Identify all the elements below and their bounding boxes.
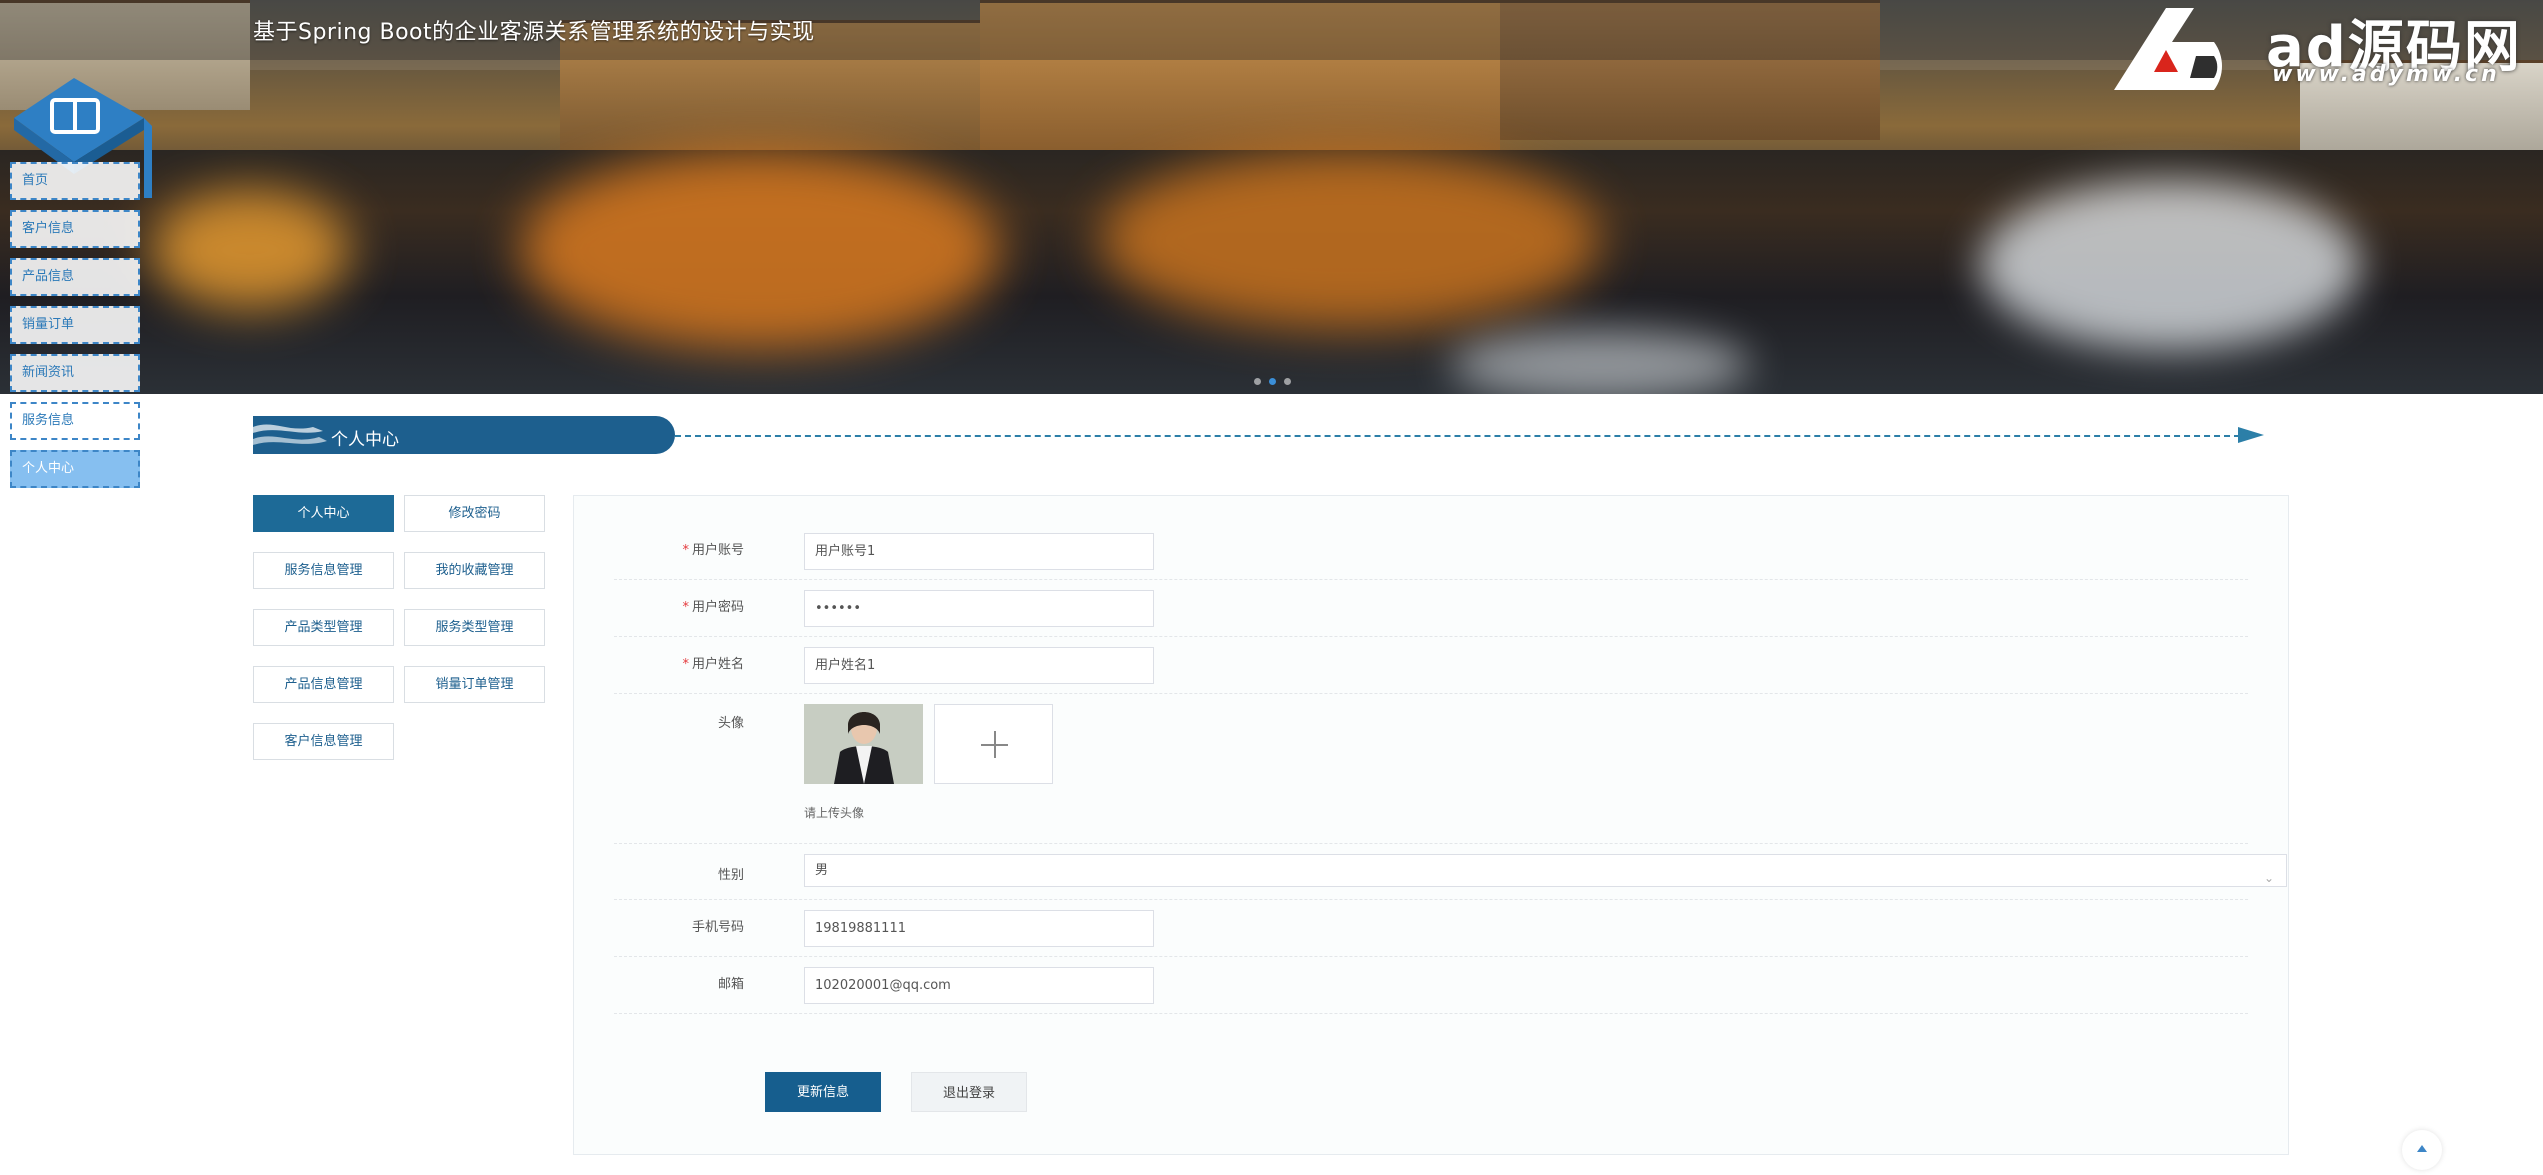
menu-service-info[interactable]: 服务信息管理 bbox=[253, 552, 394, 589]
menu-sales-orders[interactable]: 销量订单管理 bbox=[404, 666, 545, 703]
site-title: 基于Spring Boot的企业客源关系管理系统的设计与实现 bbox=[253, 20, 815, 45]
carousel-dot[interactable] bbox=[1254, 378, 1261, 385]
password-label: * 用户密码 bbox=[614, 596, 744, 615]
form-row-password: * 用户密码 •••••• bbox=[614, 590, 2248, 637]
menu-product-info[interactable]: 产品信息管理 bbox=[253, 666, 394, 703]
watermark-mark-icon bbox=[2114, 8, 2222, 90]
phone-input[interactable]: 19819881111 bbox=[804, 910, 1154, 947]
section-header: 个人中心 bbox=[253, 416, 2268, 456]
avatar-hint: 请上传头像 bbox=[804, 806, 865, 820]
back-to-top-button[interactable] bbox=[2402, 1130, 2442, 1170]
profile-form: * 用户账号 用户账号1 * 用户密码 •••••• * 用户姓名 用户姓名1 头像 … bbox=[573, 495, 2289, 1155]
avatar-portrait bbox=[804, 704, 923, 784]
wave-decoration-icon bbox=[253, 424, 327, 445]
carousel-dots[interactable] bbox=[1254, 378, 1291, 385]
menu-favorites[interactable]: 我的收藏管理 bbox=[404, 552, 545, 589]
carousel-dot[interactable] bbox=[1284, 378, 1291, 385]
password-input[interactable]: •••••• bbox=[804, 590, 1154, 627]
carousel-dot-active[interactable] bbox=[1269, 378, 1276, 385]
name-label-text: 用户姓名 bbox=[691, 657, 744, 672]
hero-banner: 基于Spring Boot的企业客源关系管理系统的设计与实现 ad源码网 www… bbox=[0, 0, 2543, 394]
required-mark: * bbox=[682, 657, 689, 672]
nav-item-home[interactable]: 首页 bbox=[10, 162, 140, 200]
nav-item-services[interactable]: 服务信息 bbox=[10, 402, 140, 440]
banner-cloud-reflection bbox=[1980, 180, 2360, 350]
nav-item-profile[interactable]: 个人中心 bbox=[10, 450, 140, 488]
nav-item-news[interactable]: 新闻资讯 bbox=[10, 354, 140, 392]
section-title: 个人中心 bbox=[331, 430, 399, 450]
email-input[interactable]: 102020001@qq.com bbox=[804, 967, 1154, 1004]
arrow-right-icon bbox=[2238, 427, 2264, 443]
form-row-phone: 手机号码 19819881111 bbox=[614, 910, 2248, 957]
form-row-account: * 用户账号 用户账号1 bbox=[614, 533, 2248, 580]
caret-up-icon bbox=[2417, 1145, 2427, 1152]
form-row-avatar: 头像 请上传头像 bbox=[614, 694, 2248, 844]
form-row-email: 邮箱 102020001@qq.com bbox=[614, 967, 2248, 1014]
plus-icon-vertical bbox=[994, 731, 996, 758]
account-input[interactable]: 用户账号1 bbox=[804, 533, 1154, 570]
menu-profile[interactable]: 个人中心 bbox=[253, 495, 394, 532]
required-mark: * bbox=[682, 543, 689, 558]
account-label: * 用户账号 bbox=[614, 539, 744, 558]
form-row-name: * 用户姓名 用户姓名1 bbox=[614, 647, 2248, 694]
banner-reflection bbox=[1100, 150, 1600, 330]
form-row-gender: 性别 男 ⌄ bbox=[614, 854, 2287, 900]
nav-item-sales-orders[interactable]: 销量订单 bbox=[10, 306, 140, 344]
logout-button[interactable]: 退出登录 bbox=[911, 1072, 1027, 1112]
update-info-button[interactable]: 更新信息 bbox=[765, 1072, 881, 1112]
gender-select-value: 男 bbox=[815, 863, 829, 878]
avatar-upload-button[interactable] bbox=[934, 704, 1053, 784]
avatar-image[interactable] bbox=[804, 704, 923, 784]
gender-select[interactable]: 男 ⌄ bbox=[804, 854, 2287, 887]
watermark-logo: ad源码网 www.adymw.cn bbox=[2104, 0, 2543, 96]
gender-label: 性别 bbox=[717, 868, 744, 883]
phone-label: 手机号码 bbox=[691, 920, 744, 935]
chevron-down-icon: ⌄ bbox=[2263, 871, 2274, 885]
banner-reflection bbox=[520, 150, 1000, 350]
nav-item-products[interactable]: 产品信息 bbox=[10, 258, 140, 296]
avatar-label: 头像 bbox=[717, 716, 744, 731]
name-label: * 用户姓名 bbox=[614, 653, 744, 672]
section-header-line bbox=[675, 435, 2240, 437]
banner-cloud-reflection bbox=[1450, 330, 1750, 394]
required-mark: * bbox=[682, 600, 689, 615]
email-label: 邮箱 bbox=[717, 977, 744, 992]
watermark-url: www.adymw.cn bbox=[2272, 62, 2500, 87]
side-nav: 首页 客户信息 产品信息 销量订单 新闻资讯 服务信息 个人中心 bbox=[10, 162, 140, 498]
menu-service-types[interactable]: 服务类型管理 bbox=[404, 609, 545, 646]
menu-change-password[interactable]: 修改密码 bbox=[404, 495, 545, 532]
password-label-text: 用户密码 bbox=[691, 600, 744, 615]
banner-reflection bbox=[150, 190, 350, 310]
name-input[interactable]: 用户姓名1 bbox=[804, 647, 1154, 684]
nav-item-customers[interactable]: 客户信息 bbox=[10, 210, 140, 248]
menu-product-types[interactable]: 产品类型管理 bbox=[253, 609, 394, 646]
account-label-text: 用户账号 bbox=[691, 543, 744, 558]
menu-customer-info[interactable]: 客户信息管理 bbox=[253, 723, 394, 760]
